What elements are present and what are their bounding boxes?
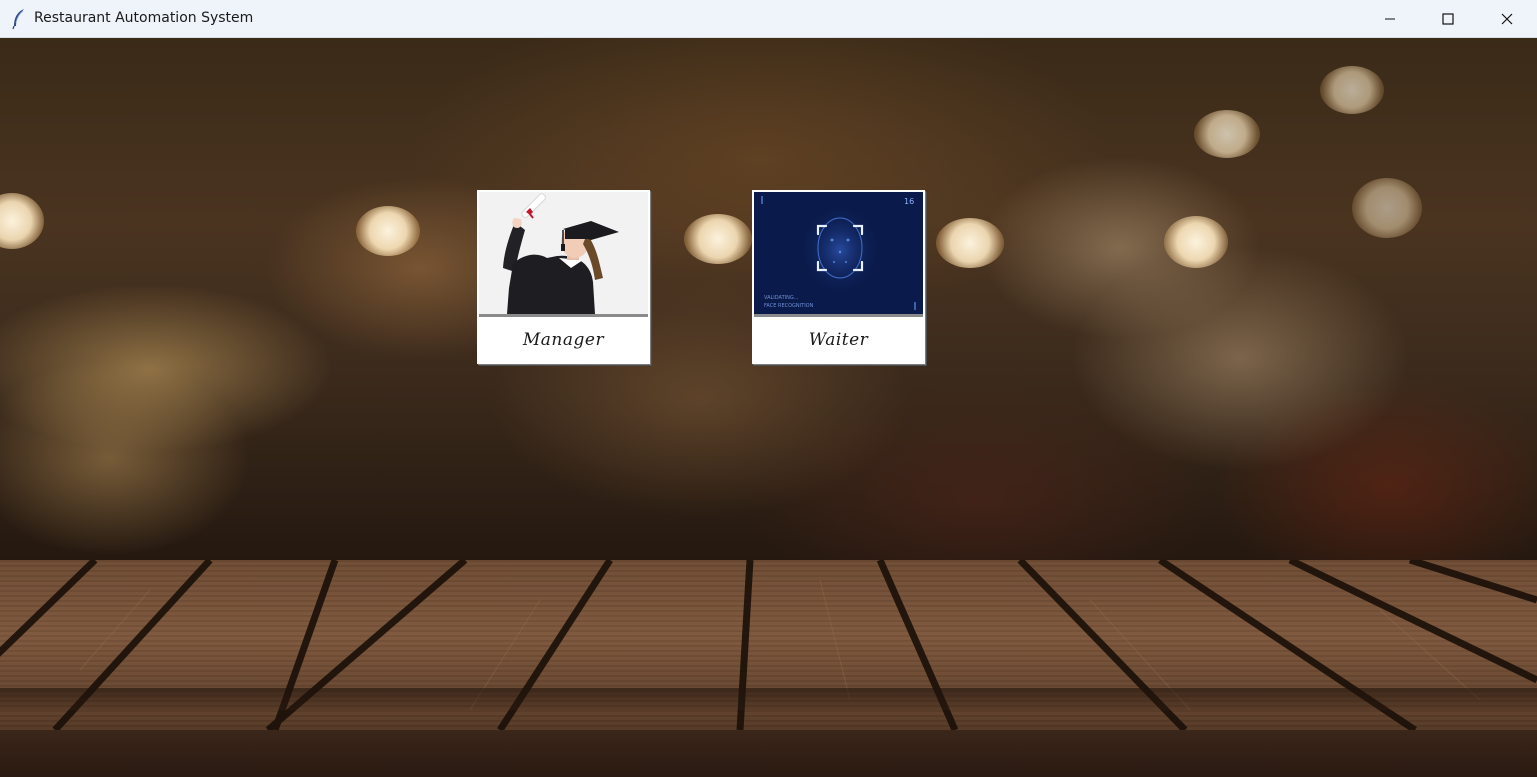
scan-caption-text: FACE RECOGNITION [764,303,814,309]
bokeh-light [356,206,420,256]
scan-counter: 16 [904,197,914,206]
close-button[interactable] [1478,0,1536,38]
manager-button[interactable]: Manager [477,190,650,364]
minimize-icon [1384,13,1396,25]
background-scene: Manager 16 VALIDATING... FACE RECOGNITIO… [0,38,1537,777]
manager-image [479,192,648,314]
minimize-button[interactable] [1361,0,1419,38]
title-bar[interactable]: Restaurant Automation System [0,0,1537,38]
bokeh-light [936,218,1004,268]
bokeh-light [1320,66,1384,114]
bokeh-light [0,193,44,249]
maximize-icon [1442,13,1454,25]
bokeh-light [684,214,752,264]
waiter-button[interactable]: 16 VALIDATING... FACE RECOGNITION Waiter [752,190,925,364]
graduate-icon [479,192,648,314]
window-title: Restaurant Automation System [34,10,254,26]
table-front-edge [0,730,1537,777]
bokeh-light [1164,216,1228,268]
scan-status-text: VALIDATING... [764,295,799,301]
bokeh-light [1352,178,1422,238]
manager-label: Manager [522,329,605,350]
face-scan-icon: 16 VALIDATING... FACE RECOGNITION [754,192,923,314]
bokeh-light [1194,110,1260,158]
maximize-button[interactable] [1419,0,1477,38]
waiter-image: 16 VALIDATING... FACE RECOGNITION [754,192,923,314]
table-edge-shadow [0,688,1537,710]
close-icon [1501,13,1513,25]
feather-icon [11,8,27,30]
waiter-label: Waiter [808,329,869,350]
